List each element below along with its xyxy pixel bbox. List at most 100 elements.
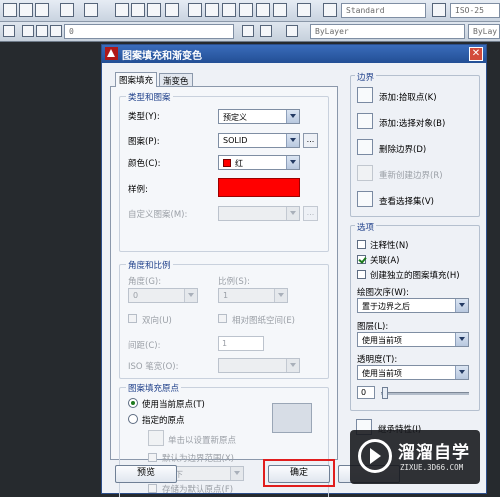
use-current-origin-radio[interactable] (128, 398, 138, 408)
layer-value: 使用当前项 (362, 336, 402, 345)
help-icon[interactable] (297, 3, 311, 17)
use-current-origin-label: 使用当前原点(T) (142, 400, 205, 410)
color-swatch-icon (223, 159, 231, 167)
color-select[interactable]: 红 (218, 155, 300, 170)
dim-style-icon[interactable] (432, 3, 446, 17)
add-pick-points-icon[interactable] (357, 87, 373, 103)
color-label: 颜色(C): (128, 159, 161, 169)
chevron-down-icon (184, 289, 197, 302)
pattern-label: 图案(P): (128, 137, 160, 147)
color-value: 红 (235, 159, 243, 168)
standard-toolbar: Standard ISO-25 (0, 0, 500, 22)
double-checkbox[interactable] (128, 314, 137, 323)
store-default-label: 存储为默认原点(F) (162, 485, 234, 495)
add-select-objects-icon[interactable] (357, 113, 373, 129)
add-pick-points-button[interactable]: 添加:拾取点(K) (379, 91, 437, 103)
autocad-logo-icon (105, 47, 118, 60)
transparency-slider[interactable] (381, 392, 469, 395)
open-file-icon[interactable] (19, 3, 33, 17)
store-default-checkbox[interactable] (148, 484, 157, 493)
make-current-icon[interactable] (242, 25, 254, 37)
iso-pen-select[interactable] (218, 358, 300, 373)
add-select-objects-button[interactable]: 添加:选择对象(B) (379, 117, 445, 129)
recreate-boundary-icon[interactable] (357, 165, 373, 181)
watermark-title: 溜溜自学 (398, 443, 470, 463)
layer-manager-icon[interactable] (3, 25, 15, 37)
lock-icon[interactable] (50, 25, 62, 37)
tool-palettes-icon[interactable] (222, 3, 236, 17)
properties-icon[interactable] (188, 3, 202, 17)
remove-boundaries-button[interactable]: 删除边界(D) (379, 143, 426, 155)
pattern-browse-button[interactable]: ... (303, 133, 318, 148)
default-extent-checkbox[interactable] (148, 453, 157, 462)
annotative-checkbox[interactable] (357, 240, 366, 249)
pattern-select[interactable]: SOLID (218, 133, 300, 148)
dialog-title: 图案填充和渐变色 (122, 51, 202, 62)
save-icon[interactable] (35, 3, 49, 17)
draw-order-value: 置于边界之后 (362, 302, 410, 311)
pan-icon[interactable] (115, 3, 129, 17)
tab-hatch[interactable]: 图案填充 (115, 72, 158, 87)
preview-button[interactable]: 预览 (115, 465, 177, 483)
quickcalc-icon[interactable] (273, 3, 287, 17)
close-button[interactable]: ✕ (469, 47, 483, 61)
type-label: 类型(Y): (128, 112, 160, 122)
sun-icon[interactable] (36, 25, 48, 37)
options-title: 选项 (355, 221, 377, 233)
layer-previous-icon[interactable] (260, 25, 272, 37)
recreate-boundary-button[interactable]: 重新创建边界(R) (379, 169, 443, 181)
chevron-down-icon[interactable] (455, 366, 468, 379)
text-style-combo[interactable]: Standard (341, 3, 426, 18)
group-title: 图案填充原点 (126, 382, 182, 394)
play-logo-icon (358, 439, 392, 473)
custom-browse-button[interactable]: ... (303, 206, 318, 221)
view-selections-button[interactable]: 查看选择集(V) (379, 195, 434, 207)
angle-select[interactable]: 0 (128, 288, 198, 303)
spacing-input[interactable]: 1 (218, 336, 264, 351)
chevron-down-icon[interactable] (455, 299, 468, 312)
undo-icon[interactable] (60, 3, 74, 17)
chevron-down-icon[interactable] (286, 134, 299, 147)
remove-boundaries-icon[interactable] (357, 139, 373, 155)
layer-state-icon[interactable] (286, 25, 298, 37)
relative-paper-checkbox[interactable] (218, 314, 227, 323)
pattern-swatch-preview[interactable] (218, 178, 300, 197)
sheet-set-icon[interactable] (239, 3, 253, 17)
associative-checkbox[interactable] (357, 255, 366, 264)
specified-origin-label: 指定的原点 (142, 416, 185, 426)
custom-pattern-select[interactable] (218, 206, 300, 221)
zoom-window-icon[interactable] (147, 3, 161, 17)
draw-order-select[interactable]: 置于边界之后 (357, 298, 469, 313)
linetype-combo[interactable]: ByLay (468, 24, 500, 39)
separate-hatches-checkbox[interactable] (357, 270, 366, 279)
redo-icon[interactable] (84, 3, 98, 17)
scale-select[interactable]: 1 (218, 288, 288, 303)
zoom-previous-icon[interactable] (165, 3, 179, 17)
color-combo[interactable]: ByLayer (310, 24, 465, 39)
text-style-icon[interactable] (323, 3, 337, 17)
design-center-icon[interactable] (205, 3, 219, 17)
options-group: 选项 注释性(N) 关联(A) 创建独立的图案填充(H) 绘图次序(W): 置于… (350, 221, 480, 411)
transparency-select[interactable]: 使用当前项 (357, 365, 469, 380)
chevron-down-icon (230, 467, 243, 480)
new-file-icon[interactable] (3, 3, 17, 17)
layer-combo[interactable]: 0 (64, 24, 234, 39)
zoom-realtime-icon[interactable] (131, 3, 145, 17)
default-extent-label: 默认为边界范围(X) (162, 454, 234, 464)
view-selections-icon[interactable] (357, 191, 373, 207)
type-select[interactable]: 预定义 (218, 109, 300, 124)
specified-origin-radio[interactable] (128, 414, 138, 424)
tab-gradient[interactable]: 渐变色 (159, 73, 193, 87)
lightbulb-icon[interactable] (22, 25, 34, 37)
layer-select[interactable]: 使用当前项 (357, 332, 469, 347)
chevron-down-icon[interactable] (286, 110, 299, 123)
transparency-input[interactable]: 0 (357, 386, 375, 399)
markup-icon[interactable] (256, 3, 270, 17)
click-set-origin-button[interactable] (148, 430, 164, 446)
dim-style-combo[interactable]: ISO-25 (450, 3, 500, 18)
chevron-down-icon[interactable] (286, 156, 299, 169)
chevron-down-icon[interactable] (455, 333, 468, 346)
transparency-slider-thumb[interactable] (382, 387, 388, 399)
layer-label: 图层(L): (357, 322, 389, 332)
boundaries-title: 边界 (355, 71, 377, 83)
